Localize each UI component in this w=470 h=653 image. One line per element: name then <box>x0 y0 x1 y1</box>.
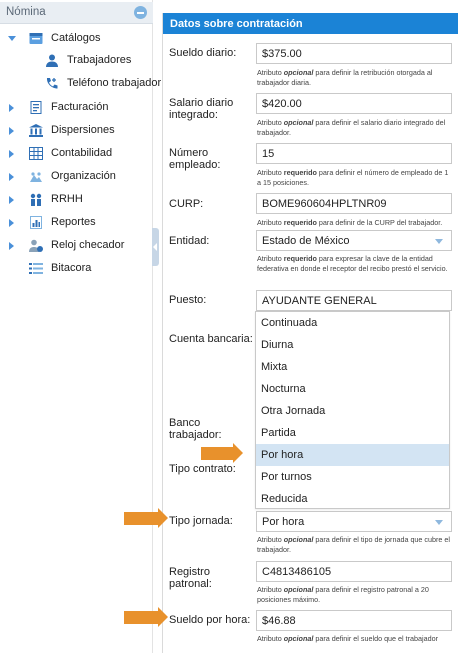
label-tipo-jornada: Tipo jornada: <box>169 515 233 527</box>
page: Nómina Catálogos Trabajadores Teléfono t… <box>0 0 470 653</box>
sidebar-item-reportes[interactable]: Reportes <box>0 213 152 233</box>
tipo-jornada-select[interactable]: Por hora <box>256 511 452 532</box>
help-curp: Atributo requerido para definir de la CU… <box>257 218 443 227</box>
panel-title: Datos sobre contratación <box>163 13 458 34</box>
tipo-jornada-value: Por hora <box>262 516 305 528</box>
entidad-select[interactable]: Estado de México <box>256 230 452 251</box>
dropdown-option-highlighted[interactable]: Por hora <box>256 444 449 466</box>
arrow-pointer-sueldo-por-hora <box>124 607 168 627</box>
help-registro-patronal: Atributo opcional para definir el regist… <box>257 585 429 604</box>
sidebar-item-label: Reportes <box>51 216 96 228</box>
sidebar-item-reloj-checador[interactable]: Reloj checador <box>0 236 152 256</box>
help-sueldo-por-hora: Atributo opcional para definir el sueldo… <box>257 634 439 643</box>
help-sueldo-diario: Atributo opcional para definir la retrib… <box>257 68 433 87</box>
user-icon <box>46 54 58 67</box>
label-sueldo-por-hora: Sueldo por hora: <box>169 614 251 626</box>
chevron-right-icon[interactable] <box>9 104 14 112</box>
chevron-right-icon[interactable] <box>9 219 14 227</box>
help-numero-empleado: Atributo requerido para definir el númer… <box>257 168 449 187</box>
label-cuenta-bancaria: Cuenta bancaria: <box>169 333 253 345</box>
numero-empleado-input[interactable]: 15 <box>256 143 452 164</box>
ledger-icon <box>29 147 43 160</box>
label-salario-integrado: Salario diario integrado: <box>169 97 234 121</box>
sidebar-title: Nómina <box>6 6 46 18</box>
tipo-jornada-dropdown-list: Continuada Diurna Mixta Nocturna Otra Jo… <box>255 311 450 509</box>
phone-icon <box>46 78 58 89</box>
chevron-right-icon[interactable] <box>9 196 14 204</box>
bank-icon <box>29 124 43 137</box>
dropdown-option[interactable]: Nocturna <box>256 378 449 400</box>
label-numero-empleado: Número empleado: <box>169 147 221 171</box>
list-icon <box>29 263 43 274</box>
sidebar-item-label: Organización <box>51 170 116 182</box>
chevron-down-icon[interactable] <box>8 36 16 41</box>
dropdown-option[interactable]: Diurna <box>256 334 449 356</box>
dropdown-option[interactable]: Reducida <box>256 488 449 510</box>
puesto-input[interactable]: AYUDANTE GENERAL <box>256 290 452 311</box>
dropdown-option[interactable]: Mixta <box>256 356 449 378</box>
dropdown-option[interactable]: Continuada <box>256 312 449 334</box>
sidebar-item-label: Teléfono trabajador <box>67 77 162 89</box>
label-sueldo-diario: Sueldo diario: <box>169 47 237 59</box>
label-banco-trabajador: Banco trabajador: <box>169 417 222 441</box>
label-curp: CURP: <box>169 198 204 210</box>
help-salario-integrado: Atributo opcional para definir el salari… <box>257 118 446 137</box>
sidebar-item-catalogos[interactable]: Catálogos <box>0 29 152 49</box>
sidebar-item-organizacion[interactable]: Organización <box>0 167 152 187</box>
label-puesto: Puesto: <box>169 294 207 306</box>
help-entidad: Atributo requerido para expresar la clav… <box>257 254 448 273</box>
sidebar-item-label: Dispersiones <box>51 124 115 136</box>
label-entidad: Entidad: <box>169 235 210 247</box>
sidebar-item-rrhh[interactable]: RRHH <box>0 190 152 210</box>
clock-user-icon <box>29 239 43 252</box>
dropdown-option[interactable]: Otra Jornada <box>256 400 449 422</box>
chevron-down-icon <box>435 520 443 525</box>
sidebar-header: Nómina <box>0 2 153 24</box>
sidebar-toggle-handle[interactable] <box>152 228 159 266</box>
dropdown-option[interactable]: Por turnos <box>256 466 449 488</box>
arrow-pointer-tipo-jornada <box>124 508 168 528</box>
chevron-down-icon <box>435 239 443 244</box>
chevron-right-icon[interactable] <box>9 242 14 250</box>
chevron-right-icon[interactable] <box>9 173 14 181</box>
sidebar-item-dispersiones[interactable]: Dispersiones <box>0 121 152 141</box>
sueldo-diario-input[interactable]: $375.00 <box>256 43 452 64</box>
registro-patronal-input[interactable]: C4813486105 <box>256 561 452 582</box>
sidebar-item-label: Reloj checador <box>51 239 125 251</box>
sidebar-item-label: RRHH <box>51 193 83 205</box>
chevron-right-icon[interactable] <box>9 127 14 135</box>
sidebar-item-facturacion[interactable]: Facturación <box>0 98 152 118</box>
sidebar-item-label: Facturación <box>51 101 109 113</box>
sidebar-item-trabajadores[interactable]: Trabajadores <box>0 51 152 71</box>
sidebar-item-contabilidad[interactable]: Contabilidad <box>0 144 152 164</box>
curp-input[interactable]: BOME960604HPLTNR09 <box>256 193 452 214</box>
label-tipo-contrato: Tipo contrato: <box>169 463 236 475</box>
collapse-icon[interactable] <box>134 6 147 19</box>
salario-integrado-input[interactable]: $420.00 <box>256 93 452 114</box>
sueldo-por-hora-input[interactable]: $46.88 <box>256 610 452 631</box>
sidebar-item-label: Catálogos <box>51 32 101 44</box>
sidebar-item-telefono-trabajador[interactable]: Teléfono trabajador <box>0 74 161 94</box>
folder-icon <box>29 33 43 44</box>
sidebar-item-label: Contabilidad <box>51 147 113 159</box>
report-icon <box>30 216 42 229</box>
chevron-right-icon[interactable] <box>9 150 14 158</box>
sidebar: Nómina Catálogos Trabajadores Teléfono t… <box>0 0 161 653</box>
label-registro-patronal: Registro patronal: <box>169 566 212 590</box>
entidad-value: Estado de México <box>262 235 350 247</box>
invoice-icon <box>30 101 42 114</box>
sidebar-item-label: Bitacora <box>51 262 92 274</box>
sidebar-item-bitacora[interactable]: Bitacora <box>0 259 152 279</box>
help-tipo-jornada: Atributo opcional para definir el tipo d… <box>257 535 450 554</box>
people-icon <box>30 193 42 206</box>
sidebar-item-label: Trabajadores <box>67 54 132 66</box>
dropdown-option[interactable]: Partida <box>256 422 449 444</box>
arrow-pointer-por-hora <box>201 443 243 463</box>
organization-icon <box>30 172 42 182</box>
